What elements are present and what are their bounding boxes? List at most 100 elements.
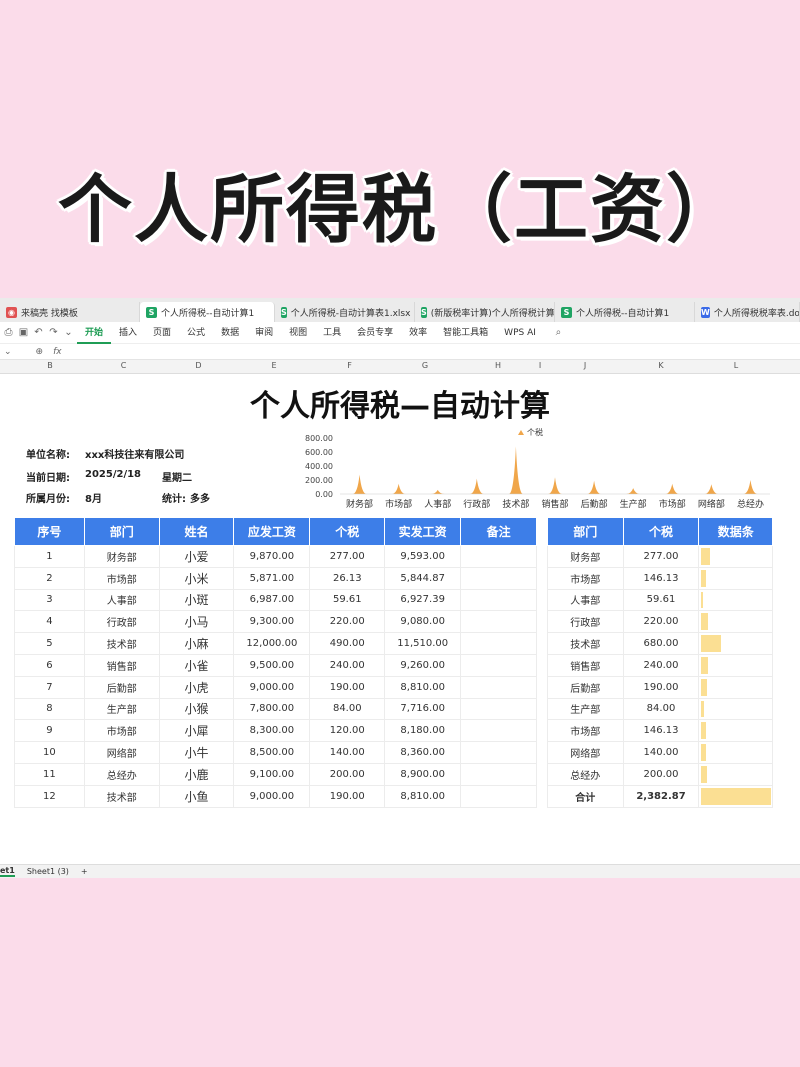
- table-cell[interactable]: 140.00: [309, 741, 386, 764]
- table-cell[interactable]: 人事部: [83, 588, 160, 612]
- table-cell[interactable]: 小鱼: [158, 784, 235, 808]
- table-cell[interactable]: 200.00: [309, 762, 386, 786]
- data-bar-cell[interactable]: [698, 588, 773, 612]
- summary-tax-cell[interactable]: 59.61: [622, 588, 700, 612]
- table-cell[interactable]: 12: [14, 784, 85, 808]
- menu-item[interactable]: 会员专享: [349, 322, 401, 344]
- table-cell[interactable]: 8,900.00: [384, 762, 462, 786]
- table-cell[interactable]: 小猴: [158, 697, 235, 721]
- table-cell[interactable]: [460, 566, 537, 590]
- table-cell[interactable]: 3: [14, 588, 85, 612]
- data-bar-cell[interactable]: [698, 566, 773, 590]
- table-cell[interactable]: 59.61: [309, 588, 386, 612]
- table-cell[interactable]: 490.00: [309, 632, 386, 655]
- summary-dept-cell[interactable]: 网络部: [547, 741, 624, 764]
- table-cell[interactable]: 总经办: [83, 762, 160, 786]
- column-header[interactable]: J: [547, 361, 623, 370]
- table-cell[interactable]: 小犀: [158, 719, 235, 743]
- summary-dept-cell[interactable]: 市场部: [547, 719, 624, 743]
- summary-header[interactable]: 个税: [622, 517, 700, 546]
- table-cell[interactable]: [460, 545, 537, 568]
- area-peak[interactable]: [626, 488, 641, 494]
- table-cell[interactable]: 5,844.87: [384, 566, 462, 590]
- table-cell[interactable]: [460, 632, 537, 655]
- summary-dept-cell[interactable]: 财务部: [547, 545, 624, 568]
- table-cell[interactable]: [460, 697, 537, 721]
- table-header[interactable]: 部门: [83, 517, 160, 546]
- menu-item[interactable]: 效率: [401, 322, 435, 344]
- table-cell[interactable]: [460, 784, 537, 808]
- data-bar-cell[interactable]: [698, 675, 773, 699]
- table-cell[interactable]: 小斑: [158, 588, 235, 612]
- area-peak[interactable]: [704, 484, 719, 494]
- menu-item[interactable]: 智能工具箱: [435, 322, 496, 344]
- table-cell[interactable]: 小鹿: [158, 762, 235, 786]
- table-cell[interactable]: 4: [14, 610, 85, 634]
- table-cell[interactable]: 7: [14, 675, 85, 699]
- sheet-area[interactable]: 个人所得税—自动计算 单位名称: xxx科技往来有限公司 当前日期: 2025/…: [0, 376, 800, 864]
- summary-dept-cell[interactable]: 总经办: [547, 762, 624, 786]
- table-cell[interactable]: 网络部: [83, 741, 160, 764]
- summary-dept-cell[interactable]: 技术部: [547, 632, 624, 655]
- summary-tax-cell[interactable]: 277.00: [622, 545, 700, 568]
- summary-tax-cell[interactable]: 140.00: [622, 741, 700, 764]
- table-cell[interactable]: 26.13: [309, 566, 386, 590]
- table-cell[interactable]: [460, 762, 537, 786]
- table-cell[interactable]: 6,987.00: [233, 588, 311, 612]
- table-cell[interactable]: 7,716.00: [384, 697, 462, 721]
- table-cell[interactable]: [460, 653, 537, 677]
- table-cell[interactable]: 小虎: [158, 675, 235, 699]
- table-cell[interactable]: 9,000.00: [233, 675, 311, 699]
- table-cell[interactable]: 小米: [158, 566, 235, 590]
- document-tab[interactable]: S (新版税率计算)个人所得税计算器: [415, 302, 555, 322]
- document-tab[interactable]: S 个人所得税-自动计算表1.xlsx: [275, 302, 415, 322]
- table-cell[interactable]: 220.00: [309, 610, 386, 634]
- summary-tax-cell[interactable]: 240.00: [622, 653, 700, 677]
- summary-dept-cell[interactable]: 销售部: [547, 653, 624, 677]
- table-cell[interactable]: 市场部: [83, 566, 160, 590]
- table-cell[interactable]: 小牛: [158, 741, 235, 764]
- table-cell[interactable]: 190.00: [309, 675, 386, 699]
- table-cell[interactable]: 9,500.00: [233, 653, 311, 677]
- table-cell[interactable]: 9,080.00: [384, 610, 462, 634]
- table-cell[interactable]: 9,260.00: [384, 653, 462, 677]
- tax-area-chart[interactable]: 800.00600.00400.00200.000.00财务部 市场部 人事部 行政部…: [300, 428, 780, 518]
- chevron-down-icon[interactable]: ⌄: [4, 347, 12, 357]
- table-cell[interactable]: 1: [14, 545, 85, 568]
- menu-item[interactable]: 数据: [213, 322, 247, 344]
- redo-icon[interactable]: ↷: [47, 327, 60, 338]
- table-cell[interactable]: 11,510.00: [384, 632, 462, 655]
- table-header[interactable]: 姓名: [158, 517, 235, 546]
- data-bar-cell[interactable]: [698, 741, 773, 764]
- table-cell[interactable]: 8,810.00: [384, 784, 462, 808]
- undo-icon[interactable]: ↶: [32, 327, 45, 338]
- document-tab[interactable]: S 个人所得税--自动计算1: [555, 302, 695, 322]
- table-cell[interactable]: 生产部: [83, 697, 160, 721]
- summary-tax-cell[interactable]: 190.00: [622, 675, 700, 699]
- table-cell[interactable]: [460, 675, 537, 699]
- data-bar-cell[interactable]: [698, 697, 773, 721]
- summary-tax-cell[interactable]: 146.13: [622, 566, 700, 590]
- summary-dept-cell[interactable]: 市场部: [547, 566, 624, 590]
- total-label[interactable]: 合计: [547, 784, 624, 808]
- sheet-tab[interactable]: et1: [0, 866, 15, 877]
- table-cell[interactable]: 8,810.00: [384, 675, 462, 699]
- area-peak[interactable]: [587, 480, 602, 494]
- summary-tax-cell[interactable]: 146.13: [622, 719, 700, 743]
- document-tab[interactable]: W个人所得税税率表.docx: [695, 302, 800, 322]
- column-header[interactable]: K: [623, 361, 699, 370]
- area-peak[interactable]: [665, 483, 680, 494]
- save-icon[interactable]: ▣: [17, 327, 30, 338]
- table-cell[interactable]: 8,300.00: [233, 719, 311, 743]
- summary-tax-cell[interactable]: 84.00: [622, 697, 700, 721]
- summary-header[interactable]: 部门: [547, 517, 624, 546]
- area-peak[interactable]: [391, 483, 406, 494]
- data-bar-cell[interactable]: [698, 632, 773, 655]
- column-header[interactable]: H: [463, 361, 533, 370]
- table-cell[interactable]: 小雀: [158, 653, 235, 677]
- sheet-tab[interactable]: Sheet1 (3): [27, 867, 69, 876]
- table-cell[interactable]: 行政部: [83, 610, 160, 634]
- zoom-icon[interactable]: ⊕: [36, 347, 44, 357]
- table-cell[interactable]: 8: [14, 697, 85, 721]
- table-cell[interactable]: [460, 588, 537, 612]
